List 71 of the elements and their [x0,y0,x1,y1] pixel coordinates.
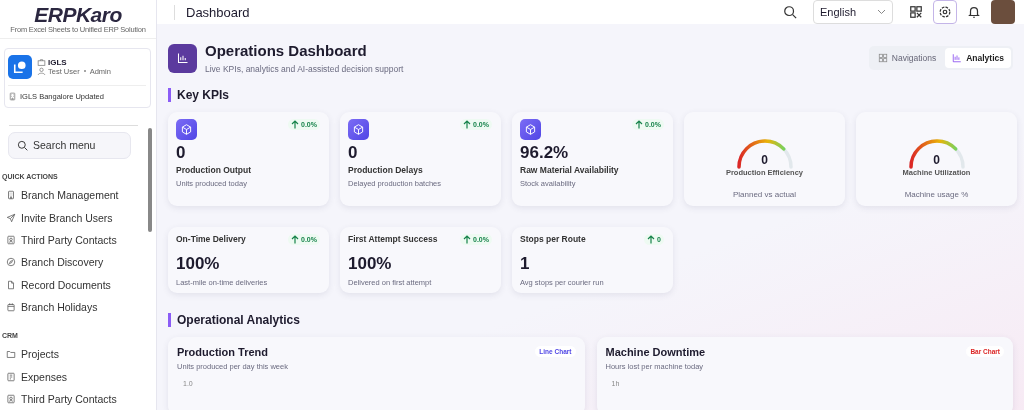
search-icon[interactable] [783,5,797,19]
kpi-value: 100% [176,254,221,274]
send-icon [6,212,16,223]
view-tab[interactable]: Navigations [870,48,944,68]
cube-icon [353,124,364,135]
search-placeholder: Search menu [33,139,96,152]
grid-icon [877,53,888,63]
kpi-value: 0 [348,143,359,163]
user-icon [37,66,46,76]
avatar[interactable] [991,0,1015,24]
receipt-icon [6,371,16,382]
contact-icon [6,235,16,245]
chevron-down-icon [877,9,886,15]
kpi-title: Stops per Route [520,234,586,244]
menu-item[interactable]: Branch Management [0,184,156,207]
menu-item[interactable]: Third Party Contacts [0,387,156,410]
chart-title: Production Trend [177,346,269,358]
menu-item[interactable]: Branch Discovery [0,251,156,274]
arrow-up-icon [291,235,300,244]
gauge-value: 0 [760,153,769,167]
building-icon [6,190,16,201]
section-heading: Operational Analytics [168,313,1013,327]
cube-icon [525,124,536,135]
dashboard-title: Operations Dashboard [205,42,368,59]
menu-item[interactable]: Record Documents [0,273,156,296]
qr-code-icon[interactable] [909,5,923,19]
menu-item[interactable]: Expenses [0,365,156,388]
arrow-up-icon [463,235,472,244]
page-title: Dashboard [174,4,773,20]
scrollbar-thumb[interactable] [148,128,152,232]
gauge-caption: Machine usage % [904,190,969,199]
kpi-title: Production Delays [348,165,424,175]
company-name: IGLS [48,57,67,67]
search-icon [17,139,28,151]
company-logo [8,54,32,79]
settings-icon [938,5,952,19]
cube-icon [181,124,192,135]
kpi-title: Raw Material Availability [520,165,620,175]
kpi-value: 1 [520,254,531,274]
arrow-up-icon [291,120,300,129]
notification-bell-icon[interactable] [967,5,981,19]
kpi-title: On-Time Delivery [176,234,246,244]
menu-item[interactable]: Third Party Contacts [0,228,156,252]
kpi-value: 100% [348,254,393,274]
logo-wordmark: ERPKaro [34,3,122,25]
kpi-value: 0 [176,143,187,163]
kpi-title: Production Output [176,165,253,175]
section-heading: Key KPIs [168,88,1013,102]
building-icon [8,91,17,101]
briefcase-icon [37,57,46,67]
dashboard-subtitle: Live KPIs, analytics and AI-assisted decision support [205,64,404,74]
arrow-up-icon [647,235,656,244]
search-field[interactable]: Search menu [8,131,131,160]
calendar-icon [6,301,16,312]
compass-icon [6,257,16,268]
kpi-title: First Attempt Success [348,234,438,244]
chart-title: Machine Downtime [605,346,706,358]
chart-icon [168,43,197,73]
menu-item[interactable]: Invite Branch Users [0,206,156,229]
gauge-value: 0 [932,153,941,167]
arrow-up-icon [463,120,472,129]
file-icon [6,279,16,290]
kpi-value: 96.2% [520,143,570,163]
menu-item[interactable]: Branch Holidays [0,295,156,319]
bar-chart-icon [952,53,963,63]
contact-icon [6,393,16,404]
menu-item[interactable]: Projects [0,343,156,366]
arrow-up-icon [635,120,644,129]
folder-icon [6,349,16,360]
view-tab[interactable]: Analytics [945,48,1011,68]
gauge-caption: Planned vs actual [732,190,797,199]
